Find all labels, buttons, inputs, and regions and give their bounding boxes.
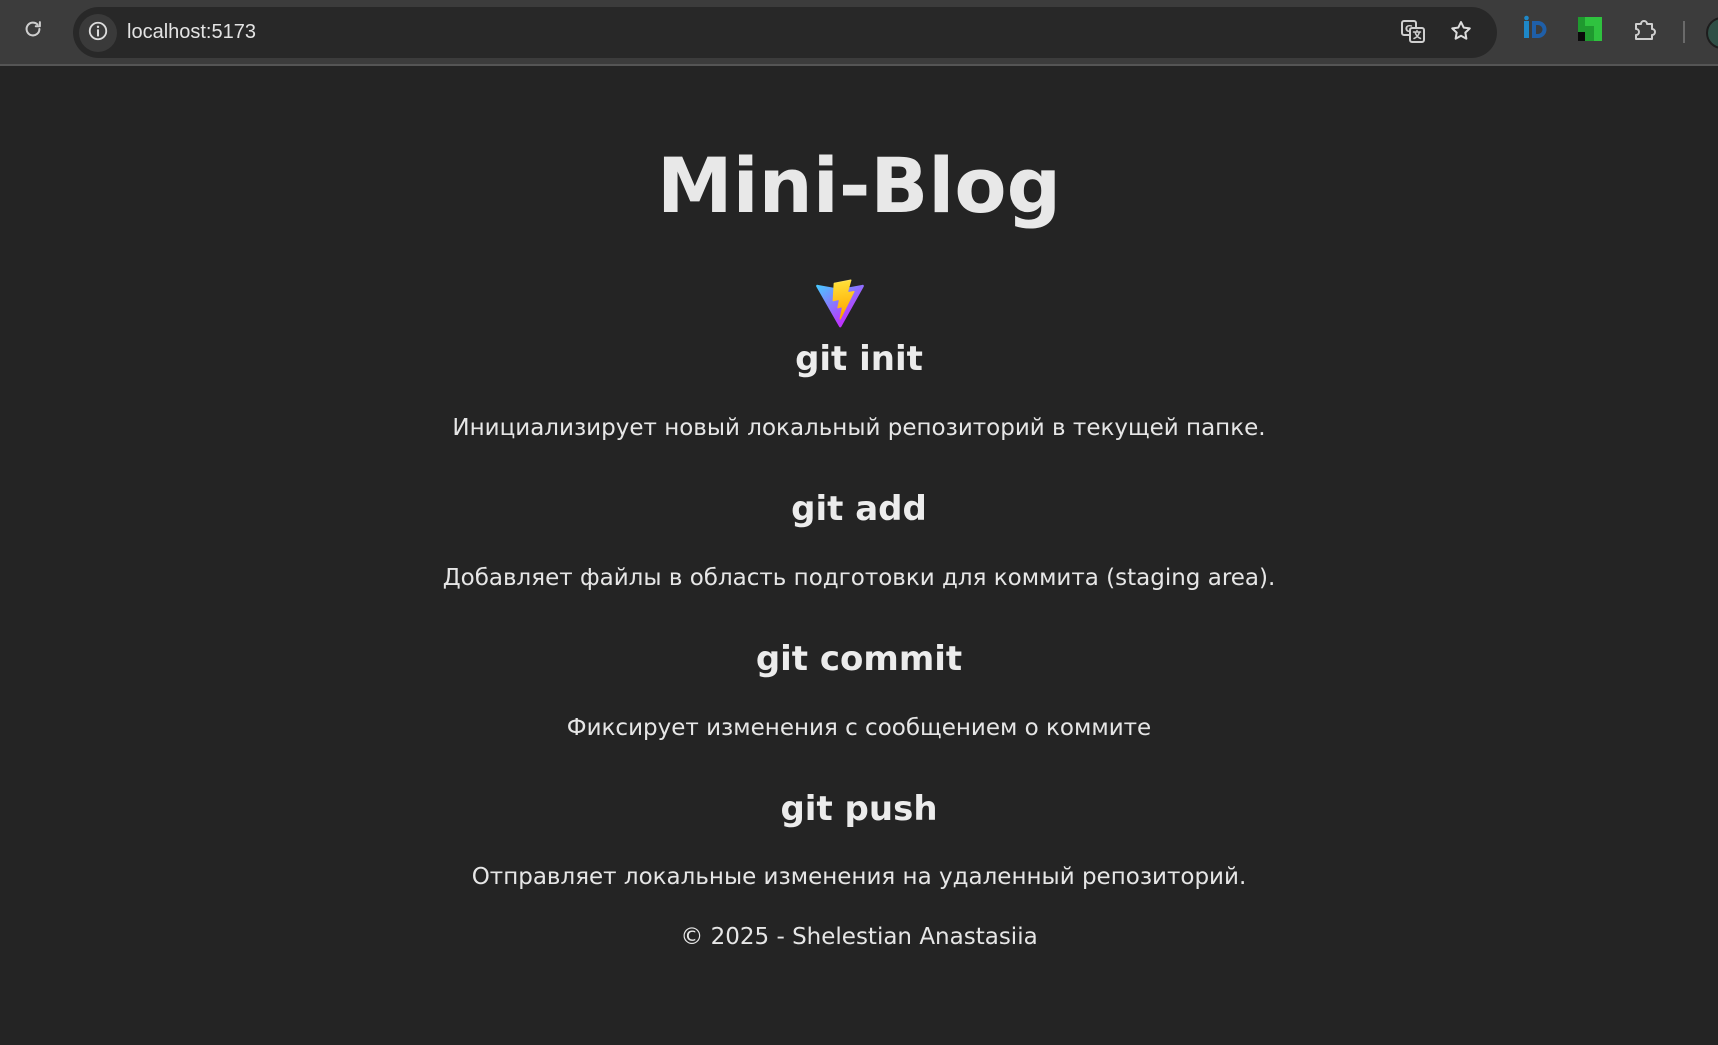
reload-button[interactable] <box>16 14 50 48</box>
address-bar[interactable]: localhost:5173 G <box>73 7 1497 58</box>
translate-icon: G <box>1400 18 1426 48</box>
page-content: Mini-Blog git init Инициализирует новый … <box>0 68 1718 1045</box>
bookmark-button[interactable] <box>1444 16 1478 50</box>
extensions-menu-button[interactable] <box>1628 14 1662 48</box>
footer-copyright: © 2025 - Shelestian Anastasiia <box>680 924 1038 950</box>
command-title-git-commit: git commit <box>755 639 963 679</box>
toolbar-divider <box>1683 21 1685 43</box>
star-icon <box>1449 19 1473 47</box>
url-text[interactable]: localhost:5173 <box>127 7 256 58</box>
command-title-git-add: git add <box>791 489 927 529</box>
site-info-button[interactable] <box>79 14 117 52</box>
command-title-git-init: git init <box>795 339 923 379</box>
vite-logo <box>815 279 865 329</box>
page-title: Mini-Blog <box>657 141 1061 230</box>
green-extension-button[interactable] <box>1573 14 1607 48</box>
browser-toolbar: localhost:5173 G <box>0 0 1718 66</box>
id-extension-icon <box>1521 15 1549 47</box>
avatar[interactable] <box>1706 17 1718 49</box>
reload-icon <box>22 18 44 44</box>
command-description-git-add: Добавляет файлы в область подготовки для… <box>442 565 1276 591</box>
command-description-git-init: Инициализирует новый локальный репозитор… <box>452 415 1266 441</box>
command-description-git-commit: Фиксирует изменения с сообщением о комми… <box>566 715 1152 741</box>
translate-button[interactable]: G <box>1396 16 1430 50</box>
command-description-git-push: Отправляет локальные изменения на удален… <box>471 864 1247 890</box>
info-icon <box>87 20 109 46</box>
puzzle-icon <box>1632 16 1658 46</box>
command-title-git-push: git push <box>780 789 938 829</box>
green-extension-icon <box>1576 15 1604 47</box>
id-extension-button[interactable] <box>1518 14 1552 48</box>
